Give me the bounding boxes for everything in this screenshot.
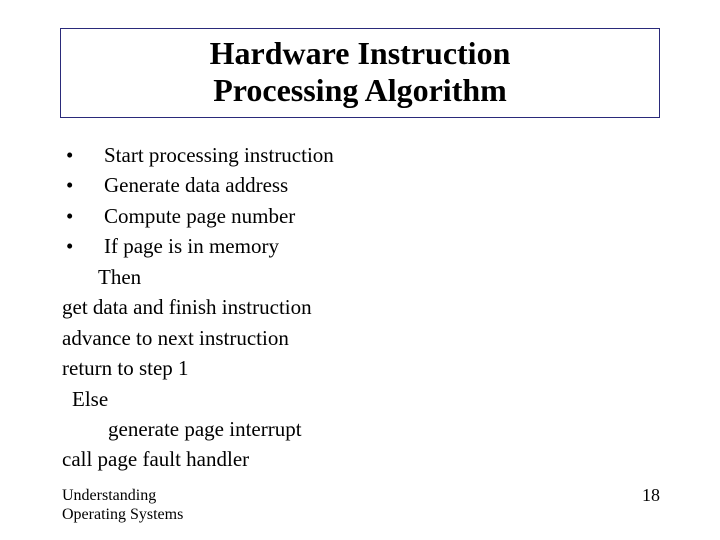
list-item: • Compute page number <box>62 201 662 231</box>
title-box: Hardware Instruction Processing Algorith… <box>60 28 660 118</box>
bullet-text: Generate data address <box>104 170 662 200</box>
slide-body: • Start processing instruction • Generat… <box>62 140 662 475</box>
bullet-icon: • <box>62 201 104 231</box>
page-number: 18 <box>642 485 660 506</box>
body-line-else: Else <box>62 384 662 414</box>
footer-line-1: Understanding <box>62 487 156 504</box>
bullet-icon: • <box>62 140 104 170</box>
footer-line-2: Operating Systems <box>62 506 183 523</box>
body-line-get-data: get data and finish instruction <box>62 292 662 322</box>
body-line-generate-interrupt: generate page interrupt <box>62 414 662 444</box>
bullet-text: Compute page number <box>104 201 662 231</box>
list-item: • If page is in memory <box>62 231 662 261</box>
body-line-then: Then <box>62 262 662 292</box>
bullet-text: Start processing instruction <box>104 140 662 170</box>
slide: Hardware Instruction Processing Algorith… <box>0 0 720 540</box>
body-line-return: return to step 1 <box>62 353 662 383</box>
slide-title: Hardware Instruction Processing Algorith… <box>71 35 649 109</box>
list-item: • Start processing instruction <box>62 140 662 170</box>
title-line-1: Hardware Instruction <box>210 35 511 71</box>
bullet-icon: • <box>62 170 104 200</box>
list-item: • Generate data address <box>62 170 662 200</box>
body-line-call-handler: call page fault handler <box>62 444 662 474</box>
bullet-text: If page is in memory <box>104 231 662 261</box>
body-line-advance: advance to next instruction <box>62 323 662 353</box>
footer-left: Understanding Operating Systems <box>62 486 183 524</box>
title-line-2: Processing Algorithm <box>213 72 507 108</box>
bullet-icon: • <box>62 231 104 261</box>
